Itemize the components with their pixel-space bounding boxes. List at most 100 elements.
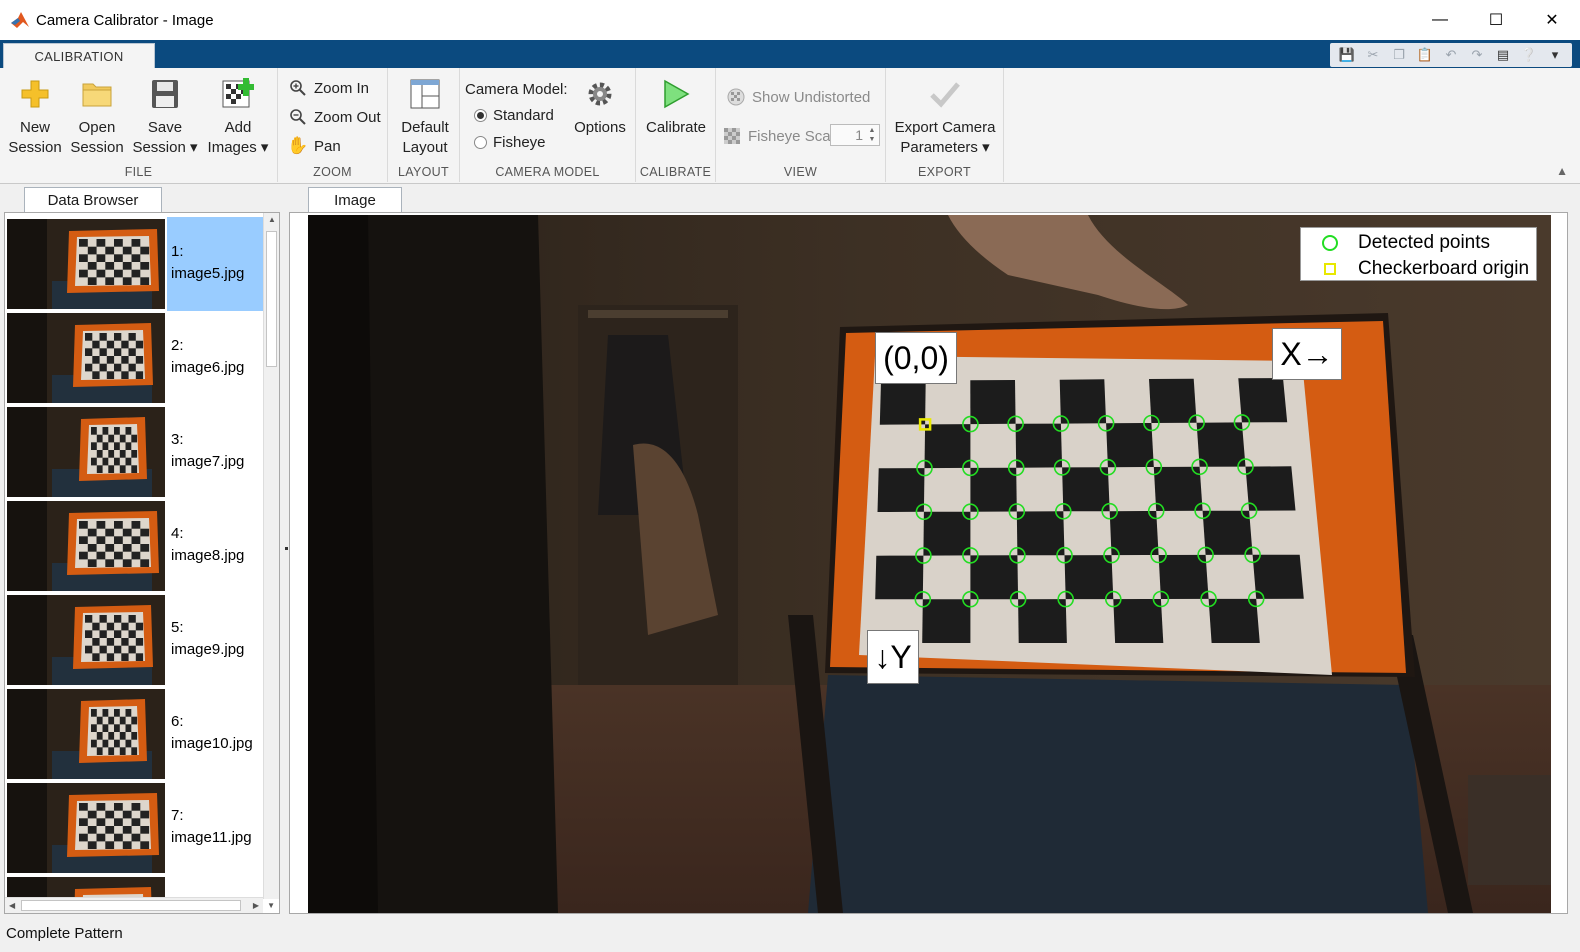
view-group: Show Undistorted Fisheye Scale 1 ▲ ▼ VIEW: [716, 68, 886, 182]
thumbnail-label: 6: image10.jpg: [167, 687, 263, 781]
checker-square: [1016, 511, 1065, 556]
zoom-in-button[interactable]: Zoom In: [288, 78, 369, 98]
checkmark-icon: [927, 76, 963, 112]
hand-icon: ✋: [287, 136, 309, 155]
standard-radio[interactable]: Standard: [474, 107, 554, 124]
save-icon[interactable]: 💾: [1336, 45, 1358, 65]
open-session-button[interactable]: Open Session: [70, 76, 124, 158]
gear-icon: [582, 76, 618, 112]
status-text: Complete Pattern: [6, 925, 123, 942]
fisheye-radio[interactable]: Fisheye: [474, 134, 546, 151]
checker-square: [923, 511, 971, 556]
chevron-down-icon: ▾: [260, 139, 269, 156]
image-filename: image10.jpg: [171, 735, 253, 752]
detected-point-icon: [1322, 235, 1338, 251]
export-camera-parameters-button[interactable]: Export Camera Parameters ▾: [892, 76, 998, 158]
minimize-button[interactable]: —: [1412, 0, 1468, 40]
show-undistorted-button[interactable]: Show Undistorted: [726, 87, 870, 107]
checker-square: [877, 468, 925, 512]
scroll-right-icon[interactable]: ▶: [253, 901, 259, 910]
camera-model-group: Camera Model: Standard Fisheye Options C…: [460, 68, 636, 182]
calibration-image[interactable]: [308, 215, 1551, 913]
thumbnail-image: [7, 689, 165, 779]
new-session-icon: [17, 76, 53, 112]
close-button[interactable]: ✕: [1524, 0, 1580, 40]
image-index: 3:: [171, 431, 184, 448]
origin-marker-icon: [1324, 263, 1336, 275]
options-button[interactable]: Options: [570, 76, 630, 138]
list-item[interactable]: 1: image5.jpg: [5, 217, 263, 311]
checker-square: [879, 380, 926, 425]
save-session-button[interactable]: Save Session ▾: [132, 76, 198, 158]
image-filename: image11.jpg: [171, 829, 252, 846]
group-label-calibrate: CALIBRATE: [639, 165, 712, 179]
spinner-arrows-icon[interactable]: ▲ ▼: [866, 126, 878, 144]
list-item[interactable]: 5: image9.jpg: [5, 593, 263, 687]
list-item[interactable]: 2: image6.jpg: [5, 311, 263, 405]
vertical-scrollbar[interactable]: ▲: [263, 213, 279, 899]
fisheye-scale-spinner[interactable]: 1 ▲ ▼: [830, 124, 880, 146]
list-item[interactable]: 7: image11.jpg: [5, 781, 263, 875]
panel-splitter[interactable]: [285, 547, 288, 550]
scroll-thumb[interactable]: [266, 231, 277, 367]
new-session-button[interactable]: New Session: [8, 76, 62, 158]
window-title: Camera Calibrator - Image: [36, 11, 214, 29]
layout-icon: [407, 76, 443, 112]
copy-icon[interactable]: ❐: [1388, 45, 1410, 65]
image-index: 1:: [171, 243, 184, 260]
matlab-logo-icon: [11, 12, 29, 28]
radio-unselected-icon: [474, 136, 487, 149]
thumbnail-label: 4: image8.jpg: [167, 499, 263, 593]
file-group: New Session Open Session Save Session ▾: [0, 68, 278, 182]
window-layout-icon[interactable]: ▤: [1492, 45, 1514, 65]
chevron-down-icon: ▾: [190, 139, 198, 156]
thumbnail-label: 1: image5.jpg: [167, 217, 263, 311]
image-canvas: [308, 215, 1551, 913]
tab-data-browser[interactable]: Data Browser: [24, 187, 162, 213]
disk-icon: [147, 76, 183, 112]
image-index: 5:: [171, 619, 184, 636]
undo-icon[interactable]: ↶: [1440, 45, 1462, 65]
group-label-view: VIEW: [783, 165, 818, 179]
zoom-out-button[interactable]: Zoom Out: [288, 107, 381, 127]
zoom-group: Zoom In Zoom Out ✋ Pan ZOOM: [278, 68, 388, 182]
scroll-down-icon[interactable]: ▼: [267, 901, 275, 910]
group-label-camera-model: CAMERA MODEL: [495, 165, 600, 179]
horizontal-scrollbar[interactable]: ◀ ▶: [5, 897, 263, 913]
redo-icon[interactable]: ↷: [1466, 45, 1488, 65]
collapse-ribbon-icon[interactable]: ▲: [1556, 164, 1568, 178]
checker-square: [1018, 599, 1067, 643]
add-images-button[interactable]: Add Images ▾: [204, 76, 272, 158]
help-icon[interactable]: ❔: [1518, 45, 1540, 65]
title-bar: Camera Calibrator - Image — ☐ ✕: [0, 0, 1580, 40]
group-label-export: EXPORT: [918, 165, 971, 179]
list-item[interactable]: 3: image7.jpg: [5, 405, 263, 499]
expand-icon[interactable]: ▾: [1544, 45, 1566, 65]
scroll-up-icon[interactable]: ▲: [268, 215, 276, 224]
calibrate-button[interactable]: Calibrate: [642, 76, 710, 138]
scroll-left-icon[interactable]: ◀: [9, 901, 15, 910]
checker-square: [970, 380, 1016, 425]
pan-button[interactable]: ✋ Pan: [287, 136, 340, 156]
scroll-thumb-horizontal[interactable]: [21, 900, 241, 911]
checker-square: [1113, 599, 1164, 643]
legend: Detected points Checkerboard origin: [1300, 227, 1537, 281]
checker-icon: [726, 87, 746, 107]
image-panel: [289, 212, 1568, 914]
checker-square: [1059, 379, 1107, 424]
thumbnail-list: 1: image5.jpg 2: image6.jpg 3: image7.jpg 4: im…: [5, 217, 263, 913]
list-item[interactable]: 4: image8.jpg: [5, 499, 263, 593]
tab-calibration[interactable]: CALIBRATION: [3, 43, 155, 69]
image-index: 2:: [171, 337, 184, 354]
cut-icon[interactable]: ✂: [1362, 45, 1384, 65]
thumbnail-image: [7, 501, 165, 591]
tab-image[interactable]: Image: [308, 187, 402, 213]
group-label-layout: LAYOUT: [398, 165, 449, 179]
default-layout-button[interactable]: Default Layout: [396, 76, 454, 158]
paste-icon[interactable]: 📋: [1414, 45, 1436, 65]
thumbnail-image: [7, 313, 165, 403]
thumbnail-label: 3: image7.jpg: [167, 405, 263, 499]
list-item[interactable]: 6: image10.jpg: [5, 687, 263, 781]
fisheye-scale-icon: [722, 126, 742, 146]
maximize-button[interactable]: ☐: [1468, 0, 1524, 40]
